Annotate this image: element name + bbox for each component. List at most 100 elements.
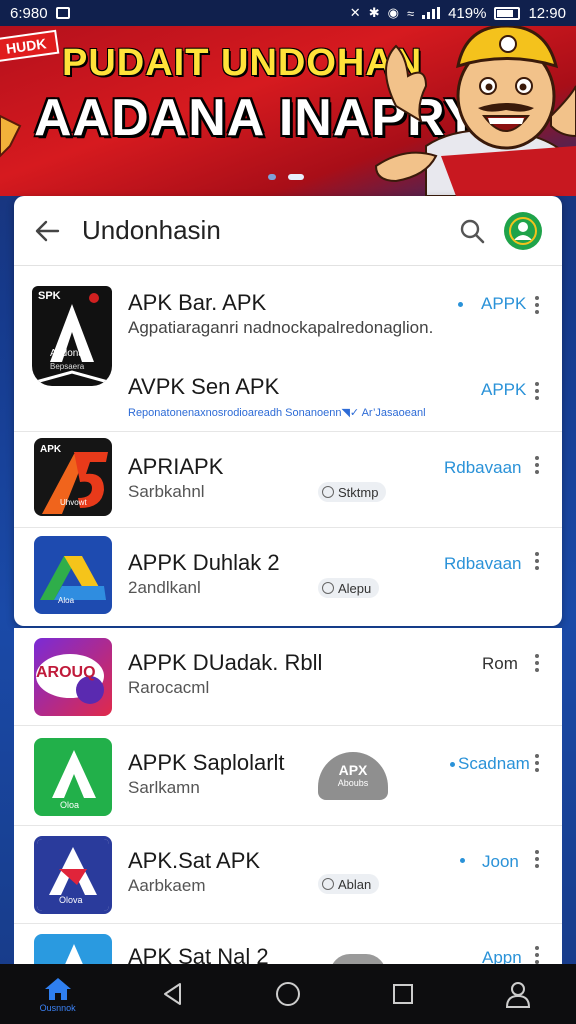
- recents-square-icon[interactable]: [391, 982, 415, 1006]
- mute-icon: ✕: [349, 5, 361, 20]
- bluetooth-icon: ✱: [368, 5, 380, 20]
- app-icon-duhlak: Aloa: [34, 536, 112, 614]
- back-triangle-icon[interactable]: [160, 981, 186, 1007]
- more-options-icon[interactable]: [534, 296, 540, 316]
- more-options-icon[interactable]: [534, 552, 540, 572]
- app-subtitle: 2andlkanl: [128, 578, 201, 597]
- list-item[interactable]: Aloa APPK Duhlak 2 2andlkanl Alepu Rdbav…: [14, 528, 562, 626]
- mascot-illustration-icon: [374, 26, 576, 196]
- back-arrow-icon[interactable]: [34, 218, 60, 244]
- home-circle-icon[interactable]: [274, 980, 302, 1008]
- app-icon-apk-bar: SPK Akdonan Bepsaera: [32, 286, 112, 386]
- search-icon[interactable]: [458, 217, 486, 245]
- app-action-button[interactable]: APPK: [481, 294, 526, 314]
- list-item[interactable]: Olova APK.Sat APK Aarbkaem Ablan Joon: [14, 826, 562, 924]
- app-name: APPK Duhlak 2: [128, 550, 280, 575]
- app-badge: [330, 954, 386, 964]
- list-item[interactable]: Oloa APPK Saplolarlt Sarlkamn APX Aboubs…: [14, 726, 562, 826]
- app-icon-label: Olova: [59, 895, 83, 905]
- battery-icon: [494, 6, 521, 20]
- app-action-button[interactable]: Scadnam: [458, 754, 530, 774]
- app-action-button[interactable]: Appn: [482, 948, 522, 964]
- profile-avatar-icon[interactable]: [504, 211, 542, 250]
- card-header: Undonhasin: [14, 196, 562, 266]
- update-dot-icon: [458, 302, 463, 307]
- bottom-nav-bar: Ousnnok: [0, 964, 576, 1024]
- app-action-button[interactable]: APPK: [481, 380, 526, 400]
- chip-label: Alepu: [338, 580, 372, 596]
- nav-home-label: Ousnnok: [39, 1002, 76, 1013]
- app-name: APK.Sat APK: [128, 848, 261, 873]
- app-icon-label: Aloa: [58, 596, 75, 605]
- status-clock: 12:90: [528, 4, 566, 22]
- app-subtitle: Sarbkahnl: [128, 482, 205, 501]
- wifi-icon: ≈: [406, 5, 415, 21]
- app-name: APK Bar. APK: [128, 290, 267, 315]
- app-badge-bottom: Aboubs: [337, 778, 369, 788]
- app-name: APK Sat Nal 2: [128, 944, 269, 964]
- app-description: Reponatonenaxnosrodioareadh Sonanoenn◥✓ …: [128, 407, 426, 419]
- nav-recents[interactable]: [373, 982, 433, 1006]
- chip-icon: [322, 486, 334, 498]
- app-icon-label: Akdonan: [50, 348, 90, 359]
- app-icon-sat-apk: Olova: [34, 836, 112, 914]
- list-item[interactable]: APK Uhvowt APRIAPK Sarbkahnl Stktmp Rdba…: [14, 432, 562, 528]
- app-action-button[interactable]: Rdbavaan: [444, 458, 522, 478]
- banner-tag: HUDK: [0, 29, 60, 63]
- app-name: APPK DUadak. Rbll: [128, 650, 323, 675]
- status-right: ✕ ✱ ◉ ≈ 419% 12:90: [350, 5, 566, 22]
- nav-home-circle[interactable]: [258, 980, 318, 1008]
- app-name: AVPK Sen APK: [128, 374, 280, 399]
- chip-label: Stktmp: [338, 484, 379, 500]
- app-icon-label: APK: [40, 444, 62, 455]
- app-icon-label: Uhvowt: [60, 498, 87, 507]
- chip-icon: [322, 582, 334, 594]
- more-options-icon[interactable]: [534, 382, 540, 402]
- app-list-card: Undonhasin SPK Akdonan Bepsaera APK Bar.…: [14, 196, 562, 626]
- app-icon-label: Oloa: [60, 800, 80, 810]
- status-left: 6:980: [10, 5, 70, 22]
- pagination-dot[interactable]: [268, 174, 276, 180]
- app-badge: APX Aboubs: [318, 752, 388, 800]
- status-chip: Stktmp: [318, 482, 387, 502]
- app-action-button[interactable]: Rom: [482, 654, 518, 674]
- nav-home[interactable]: Ousnnok: [28, 976, 88, 1013]
- pagination-dot-active[interactable]: [288, 174, 304, 180]
- banner-emblem-icon: [0, 114, 22, 158]
- more-options-icon[interactable]: [534, 850, 540, 870]
- app-subtitle: Rarocacml: [128, 678, 210, 697]
- more-options-icon[interactable]: [534, 754, 540, 774]
- banner-pagination[interactable]: [268, 174, 304, 180]
- more-options-icon[interactable]: [534, 456, 540, 476]
- nav-back[interactable]: [143, 981, 203, 1007]
- chip-label: Ablan: [338, 876, 372, 892]
- location-icon: ◉: [387, 5, 399, 20]
- app-action-button[interactable]: Rdbavaan: [444, 554, 522, 574]
- app-name: APRIAPK: [128, 454, 224, 479]
- update-dot-icon: [460, 858, 465, 863]
- more-options-icon[interactable]: [534, 946, 540, 964]
- list-item[interactable]: AROUQ APPK DUadak. Rbll Rarocacml Rom: [14, 628, 562, 726]
- nav-profile[interactable]: [488, 979, 548, 1009]
- more-options-icon[interactable]: [534, 654, 540, 674]
- notification-icon: [55, 7, 70, 19]
- list-item[interactable]: APK Sat Nal 2 Appn: [14, 924, 562, 964]
- app-description: Agpatiaraganri nadnockapalredonaglion.: [128, 318, 434, 337]
- list-item[interactable]: SPK Akdonan Bepsaera APK Bar. APK Agpati…: [14, 266, 562, 432]
- promo-banner[interactable]: HUDK PUDAIT UNDOHAN AADANA INAPRY: [0, 26, 576, 196]
- app-icon-saplolarlt: Oloa: [34, 738, 112, 816]
- chip-icon: [322, 878, 334, 890]
- app-icon-sat-nal: [34, 934, 112, 964]
- status-bar: 6:980 ✕ ✱ ◉ ≈ 419% 12:90: [0, 0, 576, 26]
- profile-icon[interactable]: [503, 979, 533, 1009]
- app-icon-apriapk: APK Uhvowt: [34, 438, 112, 516]
- status-time-left: 6:980: [10, 4, 48, 22]
- app-list-continued: AROUQ APPK DUadak. Rbll Rarocacml Rom Ol…: [14, 628, 562, 964]
- battery-percent: 419%: [448, 4, 487, 22]
- app-subtitle: Aarbkaem: [128, 876, 206, 895]
- app-badge-top: APX: [338, 762, 368, 778]
- home-icon[interactable]: [43, 976, 73, 1002]
- app-name: APPK Saplolarlt: [128, 750, 285, 775]
- app-icon-label: AROUQ: [36, 664, 96, 681]
- app-action-button[interactable]: Joon: [482, 852, 519, 872]
